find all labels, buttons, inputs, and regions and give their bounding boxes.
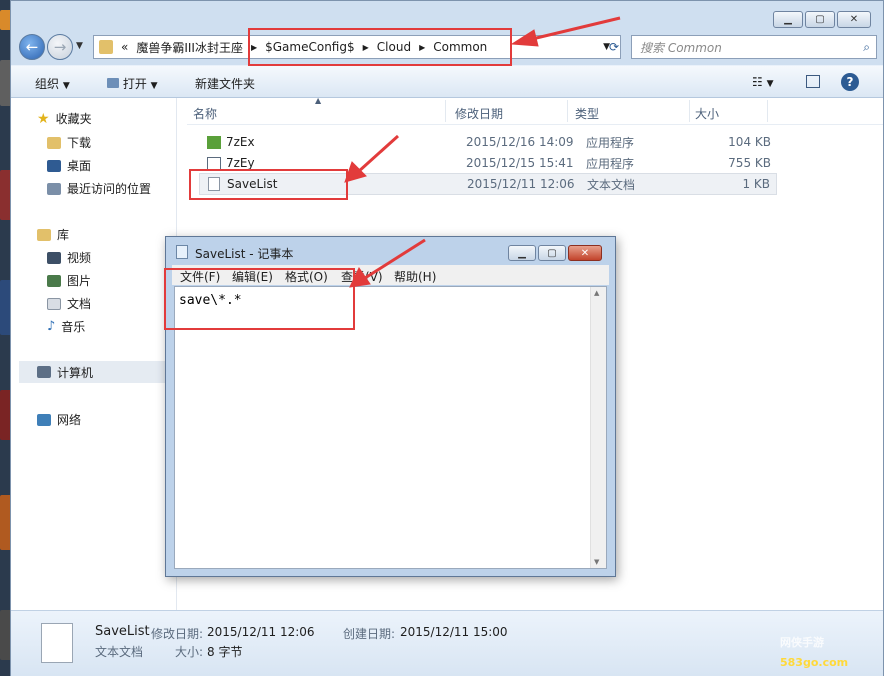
watermark: 网侠手游 583go.com	[780, 634, 848, 669]
annotation-arrows	[344, 16, 621, 288]
watermark-site: 583go.com	[780, 656, 849, 669]
annotation-arrowhead	[510, 29, 539, 47]
annotation-arrowhead	[344, 161, 367, 183]
annotation-arrow	[527, 16, 621, 42]
annotation-arrow	[356, 134, 400, 174]
watermark-brand: 网侠手游	[780, 636, 824, 649]
annotation-arrow	[364, 238, 426, 280]
